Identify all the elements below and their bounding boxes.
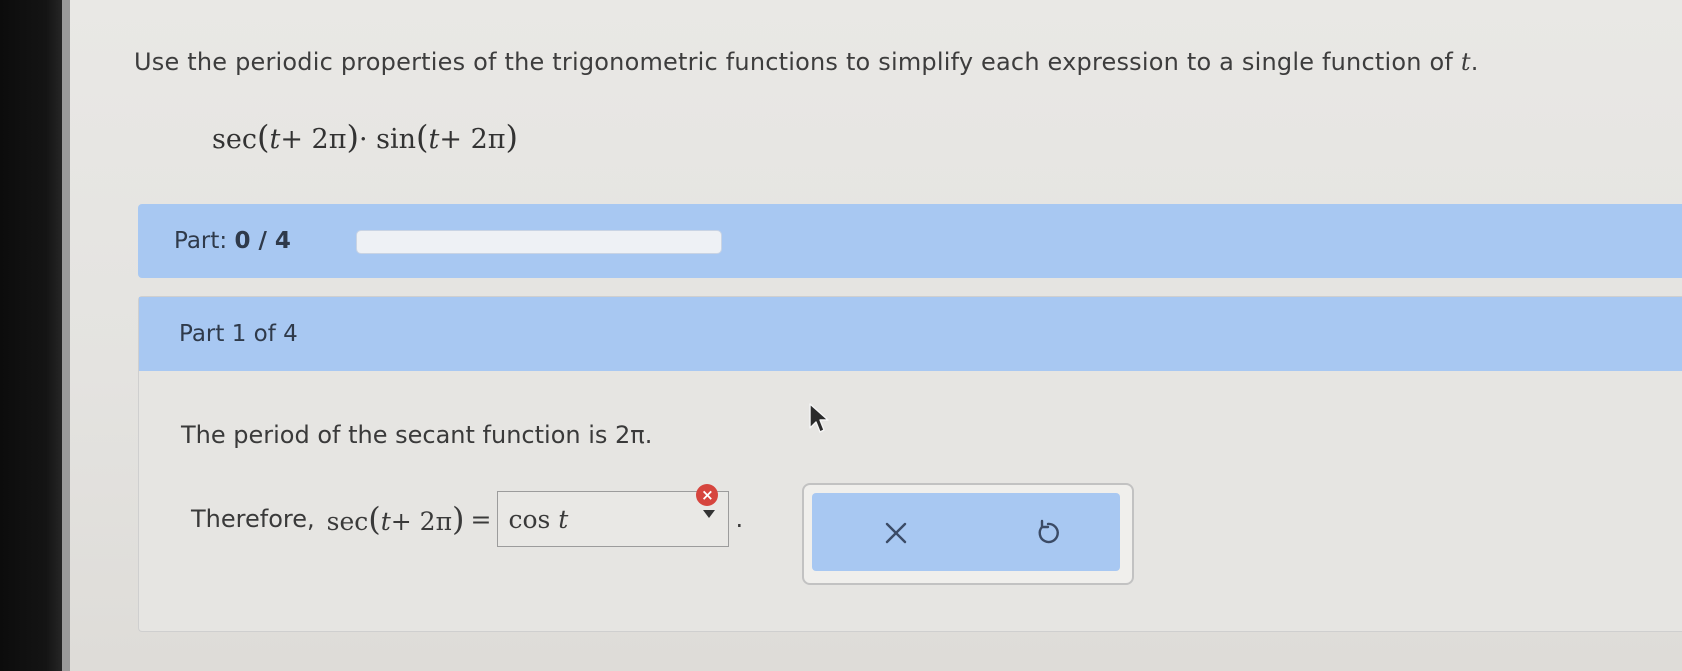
progress-label-text: Part: — [174, 228, 228, 254]
therefore-row: Therefore, sec(t+ 2π) = cos t × . — [191, 484, 744, 549]
part-header: Part 1 of 4 — [139, 297, 1682, 371]
dropdown-arrow-icon[interactable] — [703, 510, 716, 518]
equals-sign: = — [470, 504, 492, 534]
expression-shift-2: + 2π — [439, 124, 506, 155]
action-panel-inner — [812, 493, 1120, 571]
error-icon[interactable]: × — [696, 484, 719, 506]
instructions-end: . — [1470, 48, 1479, 76]
action-panel — [802, 483, 1134, 585]
therefore-label: Therefore, — [191, 505, 315, 533]
x-icon — [885, 522, 907, 544]
instructions-text: Use the periodic properties of the trigo… — [134, 48, 1453, 76]
progress-label: Part: 0 / 4 — [174, 228, 291, 254]
expression-shift-1: + 2π — [280, 124, 347, 155]
problem-expression: sec(t+ 2π)· sin(t+ 2π) — [212, 118, 518, 156]
lhs-expression: sec(t+ 2π) — [326, 500, 465, 538]
expression-dot: · — [358, 124, 368, 155]
progress-value: 0 / 4 — [234, 228, 291, 254]
lhs-var: t — [380, 507, 391, 536]
progress-track — [356, 230, 722, 254]
answer-input[interactable]: cos t × — [497, 484, 730, 547]
part-title: Part 1 of 4 — [179, 321, 298, 347]
progress-header: Part: 0 / 4 — [138, 204, 1682, 278]
mouse-cursor-icon — [809, 403, 829, 433]
instructions: Use the periodic properties of the trigo… — [134, 48, 1479, 76]
screen-left-edge — [0, 0, 66, 671]
expression-sec: sec — [212, 124, 257, 155]
undo-button[interactable] — [1026, 511, 1070, 555]
answer-trailing-period: . — [735, 505, 744, 533]
lhs-shift: + 2π — [390, 507, 453, 536]
lhs-sec: sec — [326, 507, 369, 536]
expression-var-2: t — [428, 124, 440, 155]
instructions-variable: t — [1460, 48, 1471, 76]
answer-value: cos t — [508, 505, 568, 534]
answer-var: t — [558, 504, 569, 534]
screen-bezel — [62, 0, 70, 671]
answer-func: cos — [508, 504, 551, 534]
expression-var-1: t — [269, 124, 281, 155]
expression-sin: sin — [376, 124, 417, 155]
period-statement: The period of the secant function is 2π. — [181, 421, 653, 449]
undo-icon — [1038, 519, 1059, 544]
clear-button[interactable] — [874, 511, 918, 555]
